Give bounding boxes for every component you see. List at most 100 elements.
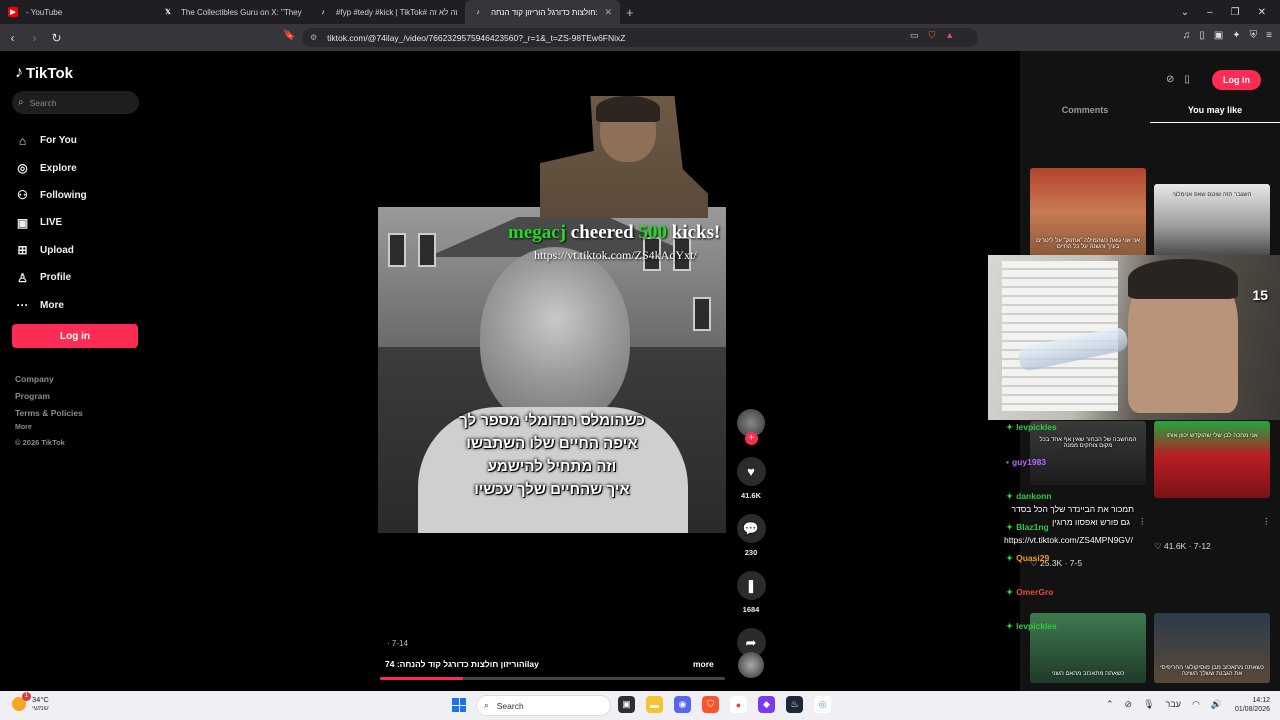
- nav-profile[interactable]: ♙ Profile: [15, 264, 87, 291]
- header-login-button[interactable]: Log in: [1212, 70, 1261, 90]
- video-subject-face: [480, 247, 630, 427]
- nav-for-you[interactable]: ⌂ For You: [15, 127, 87, 154]
- start-button[interactable]: [452, 698, 466, 712]
- music-icon[interactable]: ♫: [1183, 30, 1191, 41]
- more-link[interactable]: more: [693, 659, 714, 669]
- login-button[interactable]: Log in: [12, 324, 138, 348]
- search-placeholder: Search: [29, 97, 57, 108]
- back-icon[interactable]: ‹: [3, 31, 22, 45]
- tab-you-may-like[interactable]: You may like: [1150, 101, 1280, 123]
- footer-terms[interactable]: Terms & Policies: [15, 408, 83, 418]
- sidebar-icon[interactable]: ▯: [1199, 30, 1205, 41]
- chat-badge-icon: ✦: [1006, 422, 1014, 432]
- tab-youtube[interactable]: ▶ - YouTube: [0, 0, 155, 24]
- tab-x[interactable]: 𝕏 The Collectibles Guru on X: "They re: [155, 0, 310, 24]
- reload-icon[interactable]: ↻: [47, 31, 66, 45]
- tab-tiktok-1[interactable]: ♪ #fyp #tedy #kick | TikTok# זה לא זה: [310, 0, 465, 24]
- mic-icon[interactable]: 🎙: [1143, 699, 1154, 710]
- wifi-icon[interactable]: ◠: [1192, 699, 1200, 710]
- bookmark-icon[interactable]: ❚: [736, 571, 766, 600]
- new-tab-button[interactable]: +: [626, 5, 634, 20]
- window-controls: ⌄ – ❐ ✕: [1181, 0, 1280, 24]
- follow-plus-icon[interactable]: +: [745, 432, 758, 445]
- chat-badge-icon: ▪: [1006, 457, 1010, 467]
- tiktok-icon: ♪: [321, 8, 325, 16]
- steam-icon[interactable]: ♨: [786, 696, 803, 713]
- tab-comments[interactable]: Comments: [1020, 101, 1150, 123]
- nav-explore[interactable]: ◎ Explore: [15, 154, 87, 181]
- footer-more[interactable]: More: [15, 424, 83, 431]
- volume-icon[interactable]: 🔊: [1211, 699, 1222, 710]
- streamer-hair: [1128, 259, 1238, 299]
- cast-icon[interactable]: ▭: [910, 30, 919, 41]
- like-action[interactable]: ♥ 41.6K: [735, 457, 767, 500]
- search-input[interactable]: ⌕ Search: [12, 91, 139, 114]
- tab-tiktok-active[interactable]: ♪ חולצות כדורגל הוריזון קוד הנחה: y ✕: [465, 0, 620, 24]
- discord-icon[interactable]: ◉: [674, 696, 691, 713]
- save-action[interactable]: ❚ 1684: [735, 571, 767, 614]
- more-options-icon[interactable]: ⋮: [1138, 516, 1147, 527]
- more-options-icon[interactable]: ⋮: [1262, 516, 1271, 527]
- nav-upload[interactable]: ⊞ Upload: [15, 237, 87, 264]
- tray-chevron-icon[interactable]: ⌃: [1106, 699, 1114, 710]
- nav-label: LIVE: [40, 217, 63, 229]
- minimize-icon[interactable]: –: [1207, 7, 1213, 18]
- weather-widget[interactable]: 1 34°C שמשי: [12, 692, 49, 713]
- suggested-video-thumb[interactable]: אני מחכה לבן שלי שהוקדש יכוון אותו: [1154, 421, 1270, 498]
- leo-icon[interactable]: ✦: [1232, 30, 1240, 41]
- footer-company[interactable]: Company: [15, 374, 83, 384]
- task-view-icon[interactable]: ▣: [618, 696, 635, 713]
- nav-live[interactable]: ▣ LIVE: [15, 209, 87, 236]
- wallet-icon[interactable]: ▣: [1214, 30, 1223, 41]
- video-progress-bar[interactable]: [380, 677, 725, 680]
- chat-badge-icon: ✦: [1006, 522, 1014, 532]
- bookmark-icon[interactable]: 🔖: [283, 30, 295, 41]
- music-disc-icon[interactable]: [738, 652, 764, 678]
- clock[interactable]: 14:12 01/08/2026: [1235, 696, 1270, 714]
- chat-badge-icon: ✦: [1006, 491, 1014, 501]
- save-count: 1684: [742, 605, 760, 614]
- suggested-video-thumb[interactable]: השגבר הזה שוטם שאפ אנימלצי: [1154, 184, 1270, 256]
- close-tab-icon[interactable]: ✕: [604, 7, 612, 18]
- chat-badge-icon: ✦: [1006, 587, 1014, 597]
- cheer-suffix: kicks!: [671, 222, 721, 243]
- browser-tools: ♫ ▯ ▣ ✦ ⛨ ≡: [1183, 30, 1272, 41]
- taskbar-search[interactable]: ⌕ Search: [476, 695, 611, 716]
- tiktok-logo[interactable]: ♪ TikTok: [15, 64, 73, 82]
- site-info-icon[interactable]: ⚙: [310, 33, 317, 42]
- suggested-video-thumb[interactable]: כשאתה מתאכזב מבן מוסיקולוגי החריפיסי את …: [1154, 613, 1270, 683]
- device-icon[interactable]: ▯: [1184, 74, 1190, 85]
- comment-action[interactable]: 💬 230: [735, 514, 767, 557]
- heart-icon[interactable]: ♥: [736, 457, 766, 486]
- comment-icon[interactable]: 💬: [736, 514, 766, 543]
- menu-icon[interactable]: ≡: [1266, 30, 1272, 41]
- location-icon[interactable]: ⊘: [1125, 699, 1133, 710]
- language-indicator[interactable]: עבר: [1166, 699, 1181, 710]
- notification-app-icon[interactable]: ●: [730, 696, 747, 713]
- chat-badge-icon: ✦: [1006, 553, 1014, 563]
- chrome-icon[interactable]: ◎: [814, 696, 831, 713]
- tab-list-icon[interactable]: ⌄: [1181, 7, 1189, 18]
- nav-more[interactable]: ··· More: [15, 291, 87, 318]
- chat-message: ✦ dankonn: [1006, 491, 1052, 502]
- creator-avatar[interactable]: +: [737, 409, 765, 445]
- app-icon[interactable]: ◆: [758, 696, 775, 713]
- tab-label: חולצות כדורגל הוריזון קוד הנחה: y: [491, 7, 598, 17]
- thumb-caption: כשאתה מתאכזב מבן מוסיקולוגי החריפיסי את …: [1160, 665, 1264, 677]
- suggested-video-thumb[interactable]: אני אני גואה כשהמילה "אחזוק" על ליטרים ב…: [1030, 168, 1146, 256]
- brave-shield-icon[interactable]: ⛉: [929, 30, 936, 41]
- nav-following[interactable]: ⚇ Following: [15, 182, 87, 209]
- chat-username: Quasi29: [1016, 553, 1050, 563]
- vpn-icon[interactable]: ⛨: [1250, 30, 1258, 41]
- url-bar[interactable]: ⚙ tiktok.com/@74ilay_/video/766232957594…: [302, 28, 978, 47]
- brave-icon[interactable]: ⛉: [702, 696, 719, 713]
- forward-icon[interactable]: ›: [25, 31, 44, 45]
- chat-message: ▪ guy1983: [1006, 457, 1046, 467]
- footer-program[interactable]: Program: [15, 391, 83, 401]
- chat-username: guy1983: [1012, 457, 1047, 467]
- coin-icon[interactable]: ⊘: [1166, 74, 1174, 85]
- file-explorer-icon[interactable]: ▬: [646, 696, 663, 713]
- restore-icon[interactable]: ❐: [1231, 7, 1240, 18]
- close-window-icon[interactable]: ✕: [1258, 7, 1266, 18]
- brave-rewards-icon[interactable]: ▲: [945, 30, 954, 41]
